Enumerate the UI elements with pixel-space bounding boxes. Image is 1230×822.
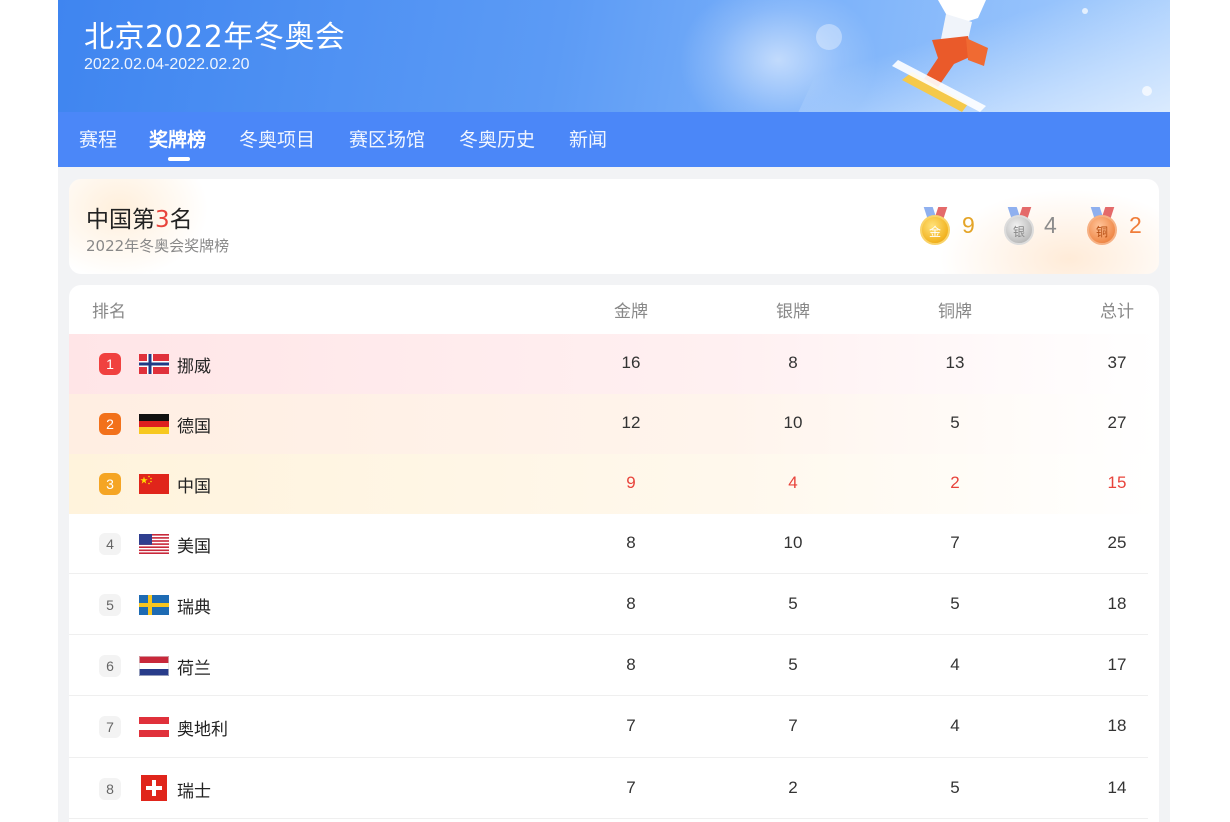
country-name: 瑞典 bbox=[177, 598, 211, 618]
gold-medal-count: 9 bbox=[962, 212, 975, 238]
total-count: 25 bbox=[1107, 533, 1127, 552]
total-count: 37 bbox=[1107, 353, 1127, 372]
bronze-count: 7 bbox=[950, 533, 960, 552]
gold-count: 8 bbox=[626, 594, 636, 613]
austria-flag-icon bbox=[139, 717, 169, 737]
bronze-count: 4 bbox=[950, 716, 960, 735]
bokeh-dot bbox=[1082, 8, 1088, 14]
silver-count: 10 bbox=[783, 533, 803, 552]
tab-medal-table[interactable]: 奖牌榜 bbox=[149, 125, 206, 152]
sweden-flag-icon bbox=[139, 595, 169, 615]
table-row[interactable]: 4 美国 8 10 7 25 bbox=[69, 514, 1159, 574]
gold-medal-icon: 金 bbox=[919, 207, 953, 247]
medal-table-subtitle: 2022年冬奥会奖牌榜 bbox=[86, 237, 230, 255]
rank-badge: 7 bbox=[99, 716, 121, 738]
tab-schedule[interactable]: 赛程 bbox=[79, 125, 117, 152]
table-row[interactable]: 5 瑞典 8 5 5 18 bbox=[69, 574, 1159, 635]
netherlands-flag-icon bbox=[139, 656, 169, 676]
bokeh-dot bbox=[816, 24, 842, 50]
rank-suffix: 名 bbox=[169, 207, 193, 233]
country-name: 荷兰 bbox=[177, 659, 211, 679]
country-name: 德国 bbox=[177, 417, 211, 437]
page-title: 北京2022年冬奥会 bbox=[84, 20, 346, 55]
silver-count: 2 bbox=[788, 778, 798, 797]
rank-badge: 2 bbox=[99, 413, 121, 435]
rank-badge: 6 bbox=[99, 655, 121, 677]
bokeh-dot bbox=[1142, 86, 1152, 96]
gold-count: 16 bbox=[621, 353, 641, 372]
switzerland-flag-icon bbox=[141, 775, 167, 801]
table-row[interactable]: 6 荷兰 8 5 4 17 bbox=[69, 635, 1159, 696]
bronze-count: 5 bbox=[950, 413, 960, 432]
rank-badge: 3 bbox=[99, 473, 121, 495]
table-row[interactable]: 2 德国 12 10 5 27 bbox=[69, 394, 1159, 454]
tab-history[interactable]: 冬奥历史 bbox=[459, 125, 535, 152]
column-header-rank: 排名 bbox=[92, 302, 126, 322]
table-row[interactable]: 1 挪威 16 8 13 37 bbox=[69, 334, 1159, 394]
rank-badge: 5 bbox=[99, 594, 121, 616]
gold-count: 7 bbox=[626, 716, 636, 735]
silver-count: 5 bbox=[788, 594, 798, 613]
tab-events[interactable]: 冬奥项目 bbox=[239, 125, 315, 152]
medal-table: 排名 金牌 银牌 铜牌 总计 1 挪威 16 8 13 37 2 德国 12 1… bbox=[69, 285, 1159, 822]
bronze-count: 2 bbox=[950, 473, 960, 492]
rank-badge: 8 bbox=[99, 778, 121, 800]
norway-flag-icon bbox=[139, 354, 169, 374]
bronze-count: 4 bbox=[950, 655, 960, 674]
gold-count: 12 bbox=[621, 413, 641, 432]
bronze-count: 5 bbox=[950, 778, 960, 797]
column-header-total: 总计 bbox=[1100, 302, 1134, 322]
china-rank-summary-card: 中国第3名 2022年冬奥会奖牌榜 金 9 银 4 铜 2 bbox=[69, 179, 1159, 274]
column-header-bronze: 铜牌 bbox=[938, 302, 972, 322]
header-banner: 北京2022年冬奥会 2022.02.04-2022.02.20 bbox=[58, 0, 1170, 112]
country-name: 瑞士 bbox=[177, 782, 211, 802]
total-count: 15 bbox=[1107, 473, 1127, 492]
country-name: 美国 bbox=[177, 537, 211, 557]
tab-bar: 赛程 奖牌榜 冬奥项目 赛区场馆 冬奥历史 新闻 bbox=[58, 112, 1170, 167]
table-row[interactable]: 8 瑞士 7 2 5 14 bbox=[69, 758, 1159, 819]
rank-badge: 1 bbox=[99, 353, 121, 375]
china-flag-icon bbox=[139, 474, 169, 494]
tab-news[interactable]: 新闻 bbox=[569, 125, 607, 152]
table-row[interactable]: 3 中国 9 4 2 15 bbox=[69, 454, 1159, 514]
table-header: 排名 金牌 银牌 铜牌 总计 bbox=[69, 285, 1159, 333]
germany-flag-icon bbox=[139, 414, 169, 434]
rank-badge: 4 bbox=[99, 533, 121, 555]
silver-count: 5 bbox=[788, 655, 798, 674]
china-rank-heading: 中国第3名 bbox=[86, 200, 193, 234]
active-tab-indicator bbox=[168, 157, 190, 161]
silver-count: 8 bbox=[788, 353, 798, 372]
snowboarder-illustration-icon bbox=[892, 0, 988, 112]
gold-count: 9 bbox=[626, 473, 636, 492]
bronze-count: 13 bbox=[945, 353, 965, 372]
tab-venues[interactable]: 赛区场馆 bbox=[349, 125, 425, 152]
medal-table-app: 北京2022年冬奥会 2022.02.04-2022.02.20 赛程 奖牌榜 … bbox=[58, 0, 1170, 822]
total-count: 17 bbox=[1107, 655, 1127, 674]
silver-count: 7 bbox=[788, 716, 798, 735]
gold-count: 8 bbox=[626, 655, 636, 674]
country-name: 奥地利 bbox=[177, 720, 228, 740]
country-name: 中国 bbox=[177, 477, 211, 497]
column-header-silver: 银牌 bbox=[776, 302, 810, 322]
silver-medal-count: 4 bbox=[1044, 212, 1057, 238]
gold-count: 7 bbox=[626, 778, 636, 797]
bronze-medal-count: 2 bbox=[1129, 212, 1142, 238]
usa-flag-icon bbox=[139, 534, 169, 554]
rank-prefix: 中国第 bbox=[86, 207, 155, 233]
silver-medal-icon: 银 bbox=[1003, 207, 1037, 247]
total-count: 14 bbox=[1107, 778, 1127, 797]
table-row[interactable]: 7 奥地利 7 7 4 18 bbox=[69, 696, 1159, 758]
event-dates: 2022.02.04-2022.02.20 bbox=[84, 56, 250, 73]
total-count: 27 bbox=[1107, 413, 1127, 432]
bronze-count: 5 bbox=[950, 594, 960, 613]
rank-number: 3 bbox=[155, 207, 170, 233]
bronze-medal-icon: 铜 bbox=[1086, 207, 1120, 247]
column-header-gold: 金牌 bbox=[614, 302, 648, 322]
silver-count: 4 bbox=[788, 473, 798, 492]
total-count: 18 bbox=[1107, 594, 1127, 613]
total-count: 18 bbox=[1107, 716, 1127, 735]
silver-count: 10 bbox=[783, 413, 803, 432]
gold-count: 8 bbox=[626, 533, 636, 552]
country-name: 挪威 bbox=[177, 357, 211, 377]
